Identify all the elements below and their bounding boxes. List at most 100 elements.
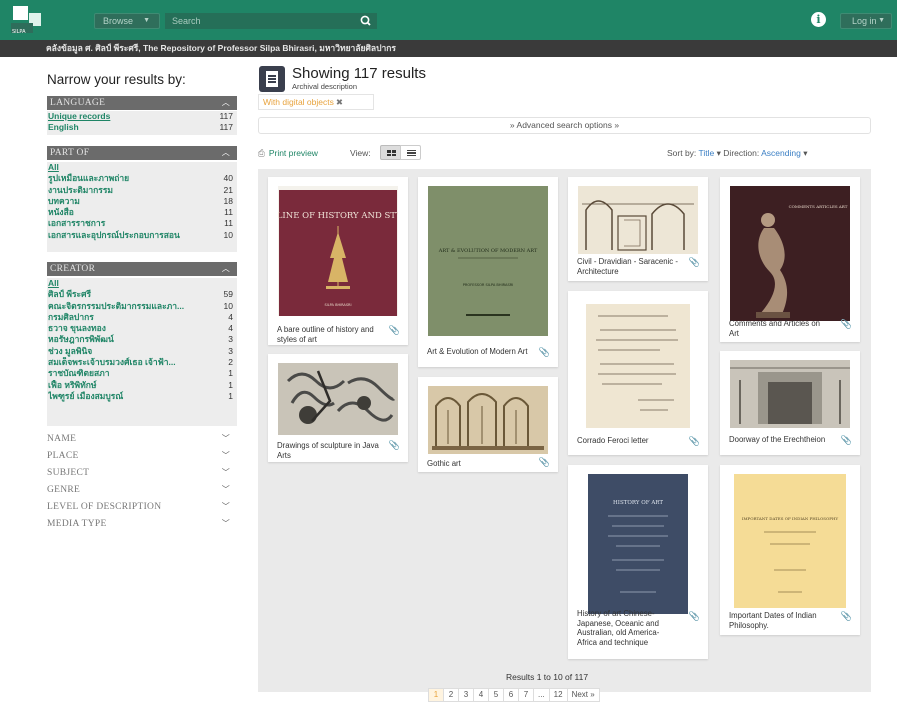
page-12-button[interactable]: 12 bbox=[548, 688, 568, 702]
facet-item[interactable]: English 117 bbox=[47, 122, 237, 133]
card-title[interactable]: Important Dates of Indian Philosophy. bbox=[729, 611, 831, 630]
result-card[interactable]: HISTORY OF ART History of art Chinese-Ja… bbox=[568, 465, 708, 659]
card-thumbnail[interactable]: COMMENTS ARTICLES ART bbox=[730, 186, 850, 321]
page-5-button[interactable]: 5 bbox=[488, 688, 504, 702]
result-card[interactable]: A BARE OUTLINE OF HISTORY AND STYLES OF … bbox=[268, 177, 408, 345]
facet-item-label[interactable]: ราชบัณฑิตยสภา bbox=[48, 368, 208, 379]
logo-icon[interactable]: SILPA bbox=[7, 3, 47, 37]
facet-item[interactable]: ไพฑูรย์ เมืองสมบูรณ์ 1 bbox=[47, 391, 237, 402]
facet-item[interactable]: Unique records 117 bbox=[47, 111, 237, 122]
result-card[interactable]: ART & EVOLUTION OF MODERN ART PROFESSOR … bbox=[418, 177, 558, 367]
facet-item[interactable]: บทความ 18 bbox=[47, 196, 237, 207]
search-input[interactable] bbox=[165, 13, 355, 29]
facet-item-label[interactable]: All bbox=[48, 278, 208, 289]
result-card[interactable]: IMPORTANT DATES OF INDIAN PHILOSOPHY Imp… bbox=[720, 465, 860, 635]
result-card[interactable]: COMMENTS ARTICLES ART Comments and Artic… bbox=[720, 177, 860, 342]
info-icon[interactable]: i bbox=[811, 12, 826, 27]
facet-item-label[interactable]: เอกสารราชการ bbox=[48, 218, 208, 229]
digital-objects-filter-tag[interactable]: With digital objects ✖ bbox=[258, 94, 374, 110]
sort-by-dropdown[interactable]: Title bbox=[699, 148, 715, 158]
facet-item[interactable]: กรมศิลปากร 4 bbox=[47, 312, 237, 323]
page-7-button[interactable]: 7 bbox=[518, 688, 534, 702]
card-thumbnail[interactable]: IMPORTANT DATES OF INDIAN PHILOSOPHY bbox=[730, 474, 850, 608]
card-view-button[interactable] bbox=[380, 145, 401, 160]
facet-item-label[interactable]: รูปเหมือนและภาพถ่าย bbox=[48, 173, 208, 184]
facet-item[interactable]: ธวาจ ขุนลงทอง 4 bbox=[47, 323, 237, 334]
facet-header-name[interactable]: NAME ﹀ bbox=[47, 431, 237, 447]
facet-item[interactable]: ศิลป์ พีระศรี 59 bbox=[47, 289, 237, 300]
facet-item-label[interactable]: ช่วง มูลพินิจ bbox=[48, 346, 208, 357]
page-6-button[interactable]: 6 bbox=[503, 688, 519, 702]
facet-item[interactable]: เฟื้อ หริพิทักษ์ 1 bbox=[47, 380, 237, 391]
facet-header-genre[interactable]: GENRE ﹀ bbox=[47, 482, 237, 498]
card-thumbnail[interactable]: ART & EVOLUTION OF MODERN ART PROFESSOR … bbox=[428, 186, 548, 336]
card-title[interactable]: History of art Chinese-Japanese, Oceanic… bbox=[577, 609, 679, 647]
facet-item-label[interactable]: All bbox=[48, 162, 208, 173]
page-1-button[interactable]: 1 bbox=[428, 688, 444, 702]
card-thumbnail[interactable] bbox=[428, 386, 548, 454]
facet-header-part-of[interactable]: PART OF ︿ bbox=[47, 146, 237, 160]
facet-header-language[interactable]: LANGUAGE ︿ bbox=[47, 96, 237, 110]
card-title[interactable]: Gothic art bbox=[427, 459, 529, 469]
card-title[interactable]: Corrado Feroci letter bbox=[577, 436, 679, 446]
card-thumbnail[interactable] bbox=[278, 363, 398, 435]
direction-dropdown[interactable]: Ascending bbox=[761, 148, 801, 158]
page-2-button[interactable]: 2 bbox=[443, 688, 459, 702]
card-title[interactable]: Comments and Articles on Art bbox=[729, 319, 831, 338]
facet-item-label[interactable]: บทความ bbox=[48, 196, 208, 207]
table-view-button[interactable] bbox=[400, 145, 421, 160]
facet-item[interactable]: งานประติมากรรม 21 bbox=[47, 185, 237, 196]
facet-item-label[interactable]: หอรัษฎากรพิพัฒน์ bbox=[48, 334, 208, 345]
facet-item-label[interactable]: เฟื้อ หริพิทักษ์ bbox=[48, 380, 208, 391]
facet-item[interactable]: รูปเหมือนและภาพถ่าย 40 bbox=[47, 173, 237, 184]
facet-item-label[interactable]: Unique records bbox=[48, 111, 208, 122]
next-page-button[interactable]: Next » bbox=[566, 688, 600, 702]
card-thumbnail[interactable]: HISTORY OF ART bbox=[578, 474, 698, 614]
result-card[interactable]: Doorway of the Erechtheion 📎 bbox=[720, 351, 860, 455]
facet-item-label[interactable]: สมเด็จพระเจ้าบรมวงศ์เธอ เจ้าฟ้า... bbox=[48, 357, 208, 368]
card-title[interactable]: Art & Evolution of Modern Art bbox=[427, 347, 529, 357]
facet-item-label[interactable]: เอกสารและอุปกรณ์ประกอบการสอน bbox=[48, 230, 208, 241]
facet-item-label[interactable]: ธวาจ ขุนลงทอง bbox=[48, 323, 208, 334]
card-thumbnail[interactable] bbox=[578, 300, 698, 432]
page-3-button[interactable]: 3 bbox=[458, 688, 474, 702]
page-4-button[interactable]: 4 bbox=[473, 688, 489, 702]
card-title[interactable]: Drawings of sculpture in Java Arts bbox=[277, 441, 379, 460]
card-title[interactable]: Doorway of the Erechtheion bbox=[729, 435, 831, 445]
facet-item[interactable]: เอกสารราชการ 11 bbox=[47, 218, 237, 229]
facet-item-label[interactable]: กรมศิลปากร bbox=[48, 312, 208, 323]
facet-item-label[interactable]: English bbox=[48, 122, 208, 133]
facet-item-label[interactable]: คณะจิตรกรรมประติมากรรมและภา... bbox=[48, 301, 208, 312]
card-thumbnail[interactable]: A BARE OUTLINE OF HISTORY AND STYLES OF … bbox=[278, 186, 398, 316]
facet-header-subject[interactable]: SUBJECT ﹀ bbox=[47, 465, 237, 481]
login-button[interactable]: Log in ▼ bbox=[840, 13, 892, 29]
facet-item-label[interactable]: ศิลป์ พีระศรี bbox=[48, 289, 208, 300]
result-card[interactable]: Drawings of sculpture in Java Arts 📎 bbox=[268, 354, 408, 462]
search-button[interactable] bbox=[355, 13, 377, 29]
facet-header-level-of-description[interactable]: LEVEL OF DESCRIPTION ﹀ bbox=[47, 499, 237, 515]
facet-item[interactable]: All bbox=[47, 278, 237, 289]
result-card[interactable]: Civil - Dravidian - Saracenic - Architec… bbox=[568, 177, 708, 281]
facet-header-creator[interactable]: CREATOR ︿ bbox=[47, 262, 237, 276]
facet-item[interactable]: ช่วง มูลพินิจ 3 bbox=[47, 346, 237, 357]
facet-item-label[interactable]: หนังสือ bbox=[48, 207, 208, 218]
browse-menu-button[interactable]: Browse ▼ bbox=[94, 13, 160, 29]
facet-item[interactable]: หนังสือ 11 bbox=[47, 207, 237, 218]
facet-item[interactable]: คณะจิตรกรรมประติมากรรมและภา... 10 bbox=[47, 301, 237, 312]
facet-item-label[interactable]: งานประติมากรรม bbox=[48, 185, 208, 196]
facet-item[interactable]: ราชบัณฑิตยสภา 1 bbox=[47, 368, 237, 379]
remove-filter-icon[interactable]: ✖ bbox=[336, 97, 343, 107]
facet-item[interactable]: All bbox=[47, 162, 237, 173]
card-title[interactable]: Civil - Dravidian - Saracenic - Architec… bbox=[577, 257, 679, 276]
facet-header-media-type[interactable]: MEDIA TYPE ﹀ bbox=[47, 516, 237, 532]
facet-header-place[interactable]: PLACE ﹀ bbox=[47, 448, 237, 464]
result-card[interactable]: Gothic art 📎 bbox=[418, 377, 558, 472]
card-thumbnail[interactable] bbox=[730, 360, 850, 428]
caret-down-icon[interactable]: ▾ bbox=[717, 148, 721, 158]
print-preview-link[interactable]: ⎙ Print preview bbox=[258, 148, 318, 159]
facet-item[interactable]: สมเด็จพระเจ้าบรมวงศ์เธอ เจ้าฟ้า... 2 bbox=[47, 357, 237, 368]
advanced-search-toggle[interactable]: » Advanced search options » bbox=[258, 117, 871, 134]
repository-breadcrumb[interactable]: คลังข้อมูล ศ. ศิลป์ พีระศรี, The Reposit… bbox=[0, 40, 897, 57]
facet-item-label[interactable]: ไพฑูรย์ เมืองสมบูรณ์ bbox=[48, 391, 208, 402]
card-thumbnail[interactable] bbox=[578, 186, 698, 254]
